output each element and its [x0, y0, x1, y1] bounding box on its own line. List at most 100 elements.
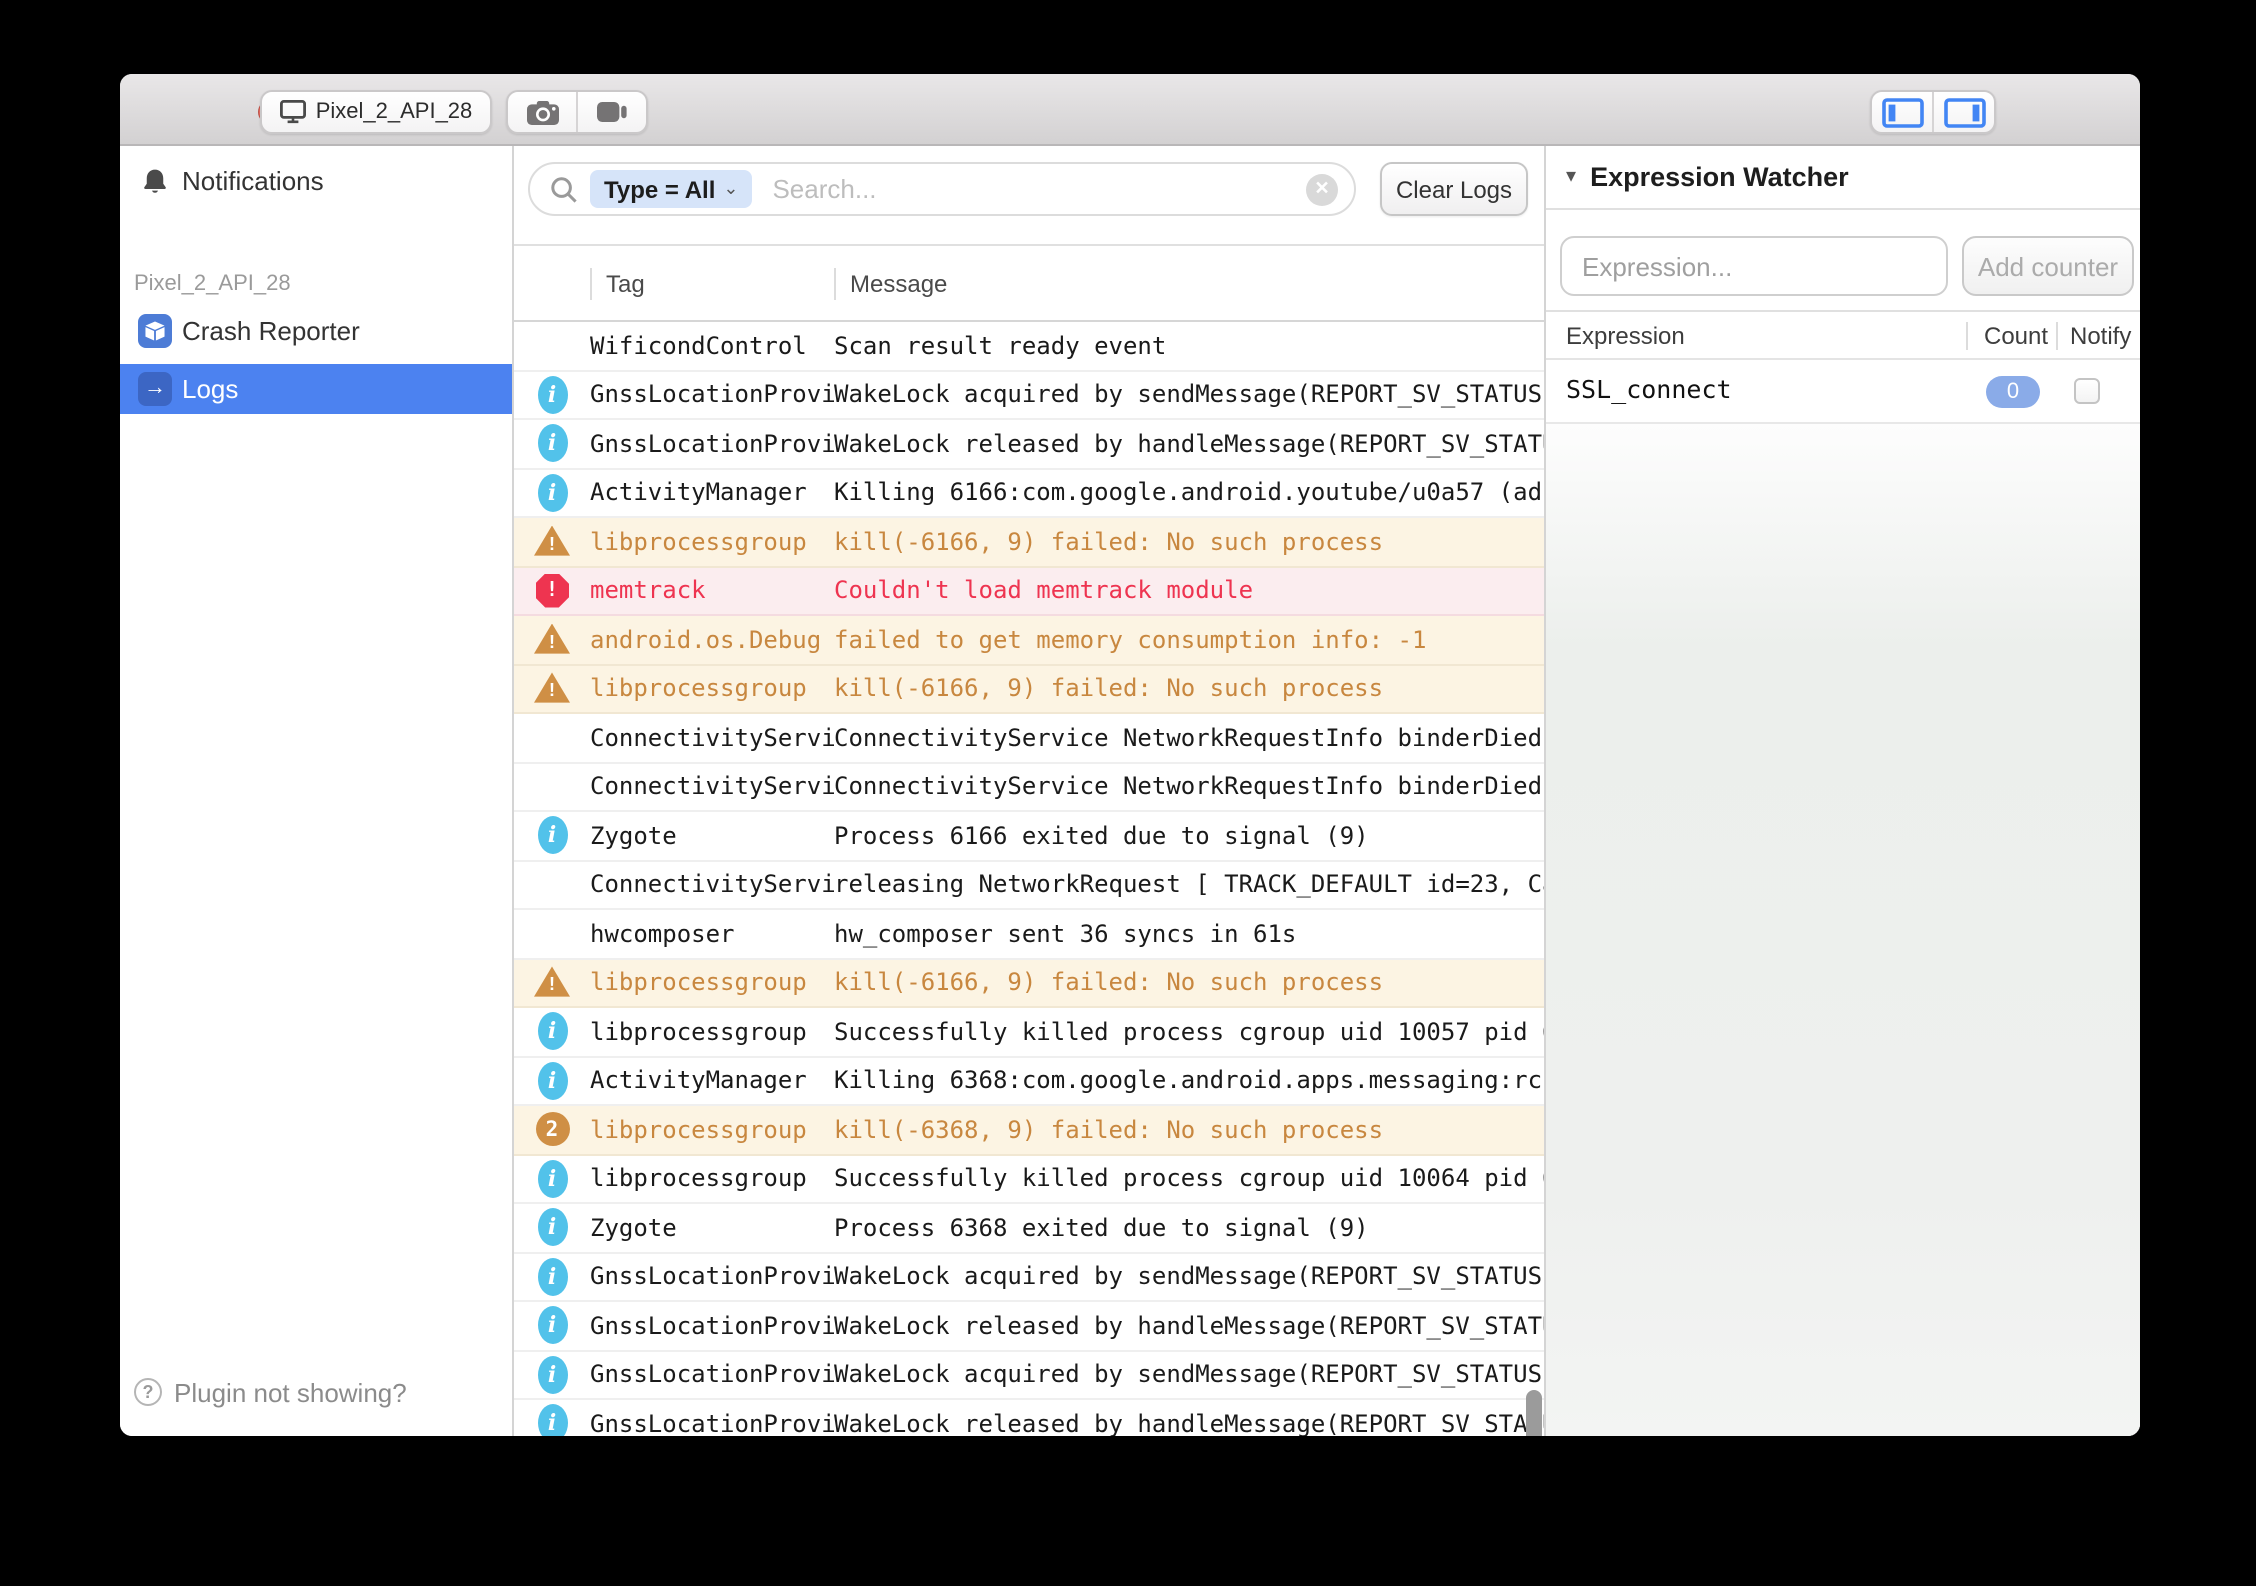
- watcher-table-header: Expression Count Notify: [1546, 312, 2140, 360]
- log-tag: GnssLocationProvider: [590, 1263, 834, 1291]
- log-tag: Zygote: [590, 822, 834, 850]
- add-counter-button[interactable]: Add counter: [1962, 236, 2134, 296]
- log-row[interactable]: ConnectivityServiceConnectivityService N…: [514, 714, 1544, 763]
- sidebar-item-label: Logs: [182, 374, 238, 404]
- log-level-cell: i: [514, 1209, 590, 1247]
- log-message: Killing 6368:com.google.android.apps.mes…: [834, 1067, 1544, 1095]
- clear-logs-button[interactable]: Clear Logs: [1380, 162, 1528, 216]
- sidebar: Notifications Pixel_2_API_28 Crash Repor…: [120, 146, 512, 1436]
- app-window: Pixel_2_API_28: [120, 74, 2140, 1436]
- log-tag: GnssLocationProvider: [590, 381, 834, 409]
- log-row[interactable]: iZygoteProcess 6368 exited due to signal…: [514, 1204, 1544, 1253]
- log-row[interactable]: !memtrackCouldn't load memtrack module: [514, 567, 1544, 616]
- warning-icon: !: [534, 673, 570, 705]
- clear-search-icon[interactable]: ✕: [1306, 173, 1338, 205]
- log-tag: libprocessgroup: [590, 1018, 834, 1046]
- column-header-expression[interactable]: Expression: [1566, 322, 1685, 350]
- log-tag: ConnectivityService: [590, 724, 834, 752]
- log-message: ConnectivityService NetworkRequestInfo b…: [834, 724, 1544, 752]
- log-level-cell: !: [514, 673, 590, 705]
- log-tag: ActivityManager: [590, 1067, 834, 1095]
- log-row[interactable]: iZygoteProcess 6166 exited due to signal…: [514, 812, 1544, 861]
- log-row[interactable]: ConnectivityServicereleasing NetworkRequ…: [514, 861, 1544, 910]
- log-row[interactable]: !libprocessgroupkill(-6166, 9) failed: N…: [514, 518, 1544, 567]
- sidebar-item-crash-reporter[interactable]: Crash Reporter: [120, 306, 512, 356]
- crash-reporter-icon: [138, 314, 172, 348]
- screen-record-button[interactable]: [576, 92, 646, 132]
- log-level-cell: i: [514, 1160, 590, 1198]
- notifications-label: Notifications: [182, 166, 324, 196]
- log-message: failed to get memory consumption info: -…: [834, 626, 1544, 654]
- log-level-cell: i: [514, 1062, 590, 1100]
- log-row[interactable]: iGnssLocationProviderWakeLock acquired b…: [514, 371, 1544, 420]
- add-counter-label: Add counter: [1978, 251, 2118, 281]
- log-row[interactable]: !libprocessgroupkill(-6166, 9) failed: N…: [514, 959, 1544, 1008]
- info-icon: i: [537, 1258, 567, 1296]
- toggle-left-panel-button[interactable]: [1872, 92, 1932, 132]
- log-tag: ConnectivityService: [590, 871, 834, 899]
- log-level-cell: i: [514, 425, 590, 463]
- log-row[interactable]: iGnssLocationProviderWakeLock released b…: [514, 1302, 1544, 1351]
- log-level-cell: i: [514, 376, 590, 414]
- log-row[interactable]: ilibprocessgroupSuccessfully killed proc…: [514, 1008, 1544, 1057]
- column-header-tag[interactable]: Tag: [606, 270, 645, 298]
- watcher-row[interactable]: SSL_connect 0: [1546, 360, 2140, 424]
- count-badge: 2: [535, 1113, 569, 1147]
- log-row[interactable]: WificondControlScan result ready event: [514, 322, 1544, 371]
- log-row[interactable]: iGnssLocationProviderWakeLock acquired b…: [514, 1351, 1544, 1400]
- log-tag: libprocessgroup: [590, 969, 834, 997]
- log-tag: GnssLocationProvider: [590, 1361, 834, 1389]
- log-row[interactable]: iActivityManagerKilling 6166:com.google.…: [514, 469, 1544, 518]
- plugin-not-showing-link[interactable]: ? Plugin not showing?: [134, 1370, 407, 1414]
- device-selector-button[interactable]: Pixel_2_API_28: [260, 90, 492, 134]
- log-level-cell: i: [514, 1013, 590, 1051]
- log-message: hw_composer sent 36 syncs in 61s: [834, 920, 1544, 948]
- log-message: kill(-6166, 9) failed: No such process: [834, 528, 1544, 556]
- notify-checkbox[interactable]: [2074, 378, 2100, 404]
- log-row[interactable]: iActivityManagerKilling 6368:com.google.…: [514, 1057, 1544, 1106]
- log-row[interactable]: ConnectivityServiceConnectivityService N…: [514, 763, 1544, 812]
- log-row[interactable]: ilibprocessgroupSuccessfully killed proc…: [514, 1155, 1544, 1204]
- log-tag: GnssLocationProvider: [590, 1410, 834, 1437]
- log-row[interactable]: iGnssLocationProviderWakeLock released b…: [514, 1400, 1544, 1436]
- expression-input[interactable]: [1560, 236, 1948, 296]
- vertical-scrollbar[interactable]: [1526, 1390, 1542, 1436]
- help-icon: ?: [134, 1378, 162, 1406]
- titlebar[interactable]: Pixel_2_API_28: [120, 74, 2140, 146]
- log-tag: libprocessgroup: [590, 528, 834, 556]
- log-tag: memtrack: [590, 577, 834, 605]
- log-level-cell: i: [514, 474, 590, 512]
- filter-chip-type-all[interactable]: Type = All ⌄: [590, 170, 752, 208]
- column-header-count[interactable]: Count: [1984, 322, 2048, 350]
- log-row[interactable]: hwcomposerhw_composer sent 36 syncs in 6…: [514, 910, 1544, 959]
- expression-watcher-header[interactable]: ▾ Expression Watcher: [1546, 146, 2140, 210]
- log-level-cell: !: [514, 967, 590, 999]
- log-tag: libprocessgroup: [590, 675, 834, 703]
- search-bar[interactable]: Type = All ⌄ ✕: [528, 162, 1356, 216]
- column-header-notify[interactable]: Notify: [2070, 322, 2131, 350]
- log-row[interactable]: !android.os.Debugfailed to get memory co…: [514, 616, 1544, 665]
- toggle-right-panel-button[interactable]: [1932, 92, 1994, 132]
- search-input[interactable]: [768, 172, 1306, 206]
- filter-chip-label: Type = All: [604, 175, 715, 203]
- log-toolbar: Type = All ⌄ ✕ Clear Logs: [514, 146, 1544, 246]
- log-tag: Zygote: [590, 1214, 834, 1242]
- log-row[interactable]: iGnssLocationProviderWakeLock acquired b…: [514, 1253, 1544, 1302]
- column-header-message[interactable]: Message: [850, 270, 947, 298]
- screenshot-button[interactable]: [508, 92, 576, 132]
- search-icon: [550, 175, 578, 203]
- warning-icon: !: [534, 967, 570, 999]
- log-message: Process 6368 exited due to signal (9): [834, 1214, 1544, 1242]
- log-row[interactable]: iGnssLocationProviderWakeLock released b…: [514, 420, 1544, 469]
- log-rows: WificondControlScan result ready eventiG…: [514, 322, 1544, 1436]
- log-row[interactable]: !libprocessgroupkill(-6166, 9) failed: N…: [514, 665, 1544, 714]
- clear-logs-label: Clear Logs: [1396, 175, 1512, 203]
- expression-watcher-title: Expression Watcher: [1590, 162, 1849, 192]
- collapse-triangle-icon[interactable]: ▾: [1566, 166, 1576, 188]
- log-level-cell: i: [514, 817, 590, 855]
- log-row[interactable]: 2libprocessgroupkill(-6368, 9) failed: N…: [514, 1106, 1544, 1155]
- sidebar-item-notifications[interactable]: Notifications: [120, 156, 512, 206]
- info-icon: i: [537, 1013, 567, 1051]
- watcher-expression: SSL_connect: [1566, 374, 1732, 404]
- sidebar-item-logs[interactable]: → Logs: [120, 364, 512, 414]
